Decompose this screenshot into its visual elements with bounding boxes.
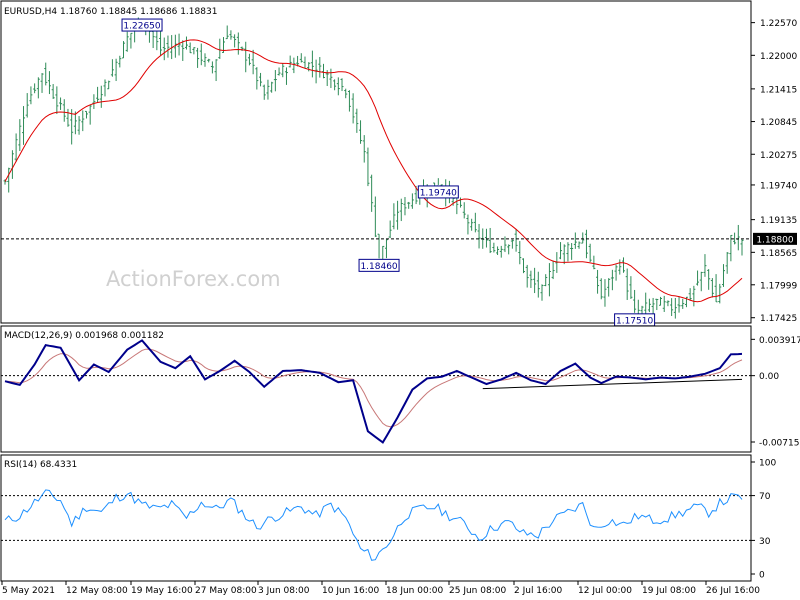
price-tick-label: 1.20275 [760,151,797,161]
price-tick-label: 1.17999 [760,281,797,291]
time-tick-label: 5 May 2021 [2,586,55,596]
current-price-label: 1.18800 [756,235,793,245]
price-tick-label: 1.18565 [760,249,797,259]
price-annotation-label: 1.19740 [420,188,457,198]
time-tick-label: 25 Jun 08:00 [449,586,506,596]
time-tick-label: 27 May 08:00 [195,586,257,596]
time-tick-label: 26 Jul 16:00 [706,586,760,596]
price-tick-label: 1.19135 [760,216,797,226]
price-annotation-label: 1.18460 [360,262,397,272]
price-tick-label: 1.17425 [760,314,797,324]
time-tick-label: 10 Jun 16:00 [322,586,379,596]
time-tick-label: 2 Jul 16:00 [514,586,563,596]
price-annotation-label: 1.17510 [616,316,653,326]
time-tick-label: 12 Jul 00:00 [578,586,632,596]
time-tick-label: 19 May 16:00 [131,586,193,596]
macd-tick-label: 0.00 [759,372,779,382]
macd-tick-label: 0.003917 [759,336,800,346]
rsi-tick-label: 30 [759,537,771,547]
price-tick-label: 1.21415 [760,85,797,95]
watermark: ActionForex.com [106,267,281,291]
macd-panel-title: MACD(12,26,9) 0.001968 0.001182 [4,331,164,341]
time-tick-label: 12 May 08:00 [66,586,128,596]
rsi-tick-label: 100 [759,459,776,469]
rsi-panel-title: RSI(14) 68.4331 [4,460,77,470]
time-tick-label: 18 Jun 00:00 [386,586,443,596]
time-tick-label: 19 Jul 08:00 [642,586,696,596]
price-panel-title: EURUSD,H4 1.18760 1.18845 1.18686 1.1883… [4,7,217,17]
rsi-tick-label: 70 [759,492,771,502]
price-tick-label: 1.22570 [760,19,797,29]
time-tick-label: 3 Jun 08:00 [258,586,310,596]
chart-background [0,0,800,600]
chart-canvas: ActionForex.com 1.18800 1.22650 1.19740 1.… [0,0,800,600]
rsi-tick-label: 0 [759,571,765,581]
price-annotation-label: 1.22650 [123,22,160,32]
price-tick-label: 1.19740 [760,181,797,191]
price-tick-label: 1.22000 [760,52,797,62]
price-tick-label: 1.20845 [760,118,797,128]
macd-tick-label: -0.007152 [759,438,800,448]
